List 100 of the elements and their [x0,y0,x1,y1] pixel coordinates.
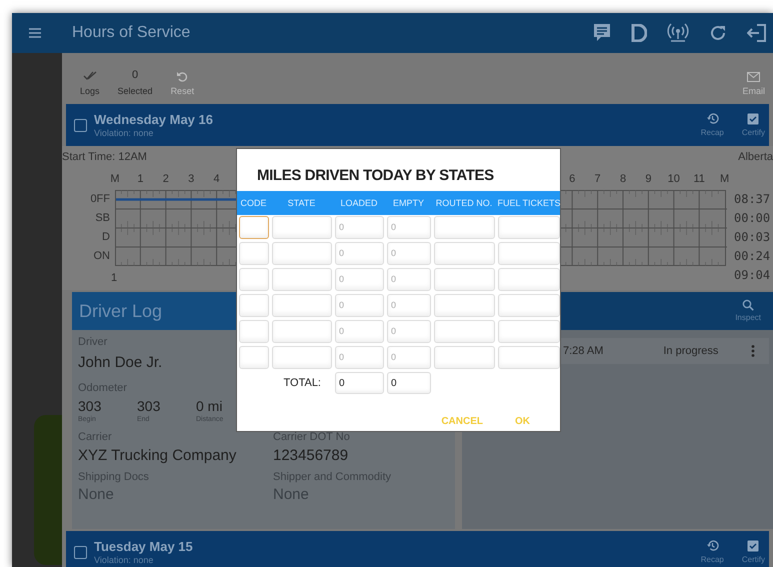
empty-field[interactable]: 0 [387,268,431,291]
routed-number-field[interactable] [434,216,495,239]
history-icon [706,538,719,552]
message-icon[interactable] [593,23,611,43]
routed-number-field[interactable] [434,346,495,369]
card-title: Driver Log [79,300,162,323]
day-title: Wednesday May 16 [94,112,213,128]
recap-button[interactable]: Recap [700,112,724,138]
state-field[interactable] [272,320,332,343]
total-label: TOTAL: [282,376,322,391]
code-field[interactable] [239,320,269,343]
column-header: LOADED [339,198,378,208]
loaded-field[interactable]: 0 [335,346,384,369]
hour-label: 3 [188,172,194,187]
hour-label: 2 [162,172,169,187]
hour-label: 10 [668,172,680,187]
code-field[interactable] [239,216,269,239]
odometer-value: 303 [137,398,162,414]
inspection-time: 7:28 AM [563,344,604,359]
cancel-button[interactable]: CANCEL [437,412,487,431]
routed-number-field[interactable] [434,320,495,343]
empty-field[interactable]: 0 [387,242,431,265]
routed-number-field[interactable] [434,268,495,291]
recap-button[interactable]: Recap [700,538,724,566]
code-field[interactable] [239,268,269,291]
logout-icon[interactable] [747,23,767,43]
fuel-tickets-field[interactable] [498,268,560,291]
duty-total: 00:03 [734,229,770,246]
certify-button[interactable]: Certify [742,112,765,138]
inspection-status: In progress [663,344,718,359]
total-loaded-field[interactable]: 0 [335,372,384,394]
routed-number-field[interactable] [434,242,495,265]
ok-button[interactable]: OK [511,412,534,431]
clipboard-check-icon [747,538,760,552]
hour-label: M [110,172,120,187]
state-field[interactable] [272,294,332,317]
day-checkbox[interactable] [74,118,87,132]
status-label: SB [95,211,110,226]
undo-icon [176,70,188,82]
routed-number-field[interactable] [434,294,495,317]
loaded-field[interactable]: 0 [335,216,384,239]
hour-label: 1 [137,172,144,187]
empty-field[interactable]: 0 [387,346,431,369]
violation-text: Violation: none [94,128,154,138]
graph-footer: 1 [111,270,118,286]
status-label: 0FF [90,192,110,207]
state-field[interactable] [272,268,332,291]
more-icon[interactable] [751,345,755,357]
column-header: ROUTED NO. [434,198,494,208]
duty-total: 00:00 [734,210,770,227]
fuel-tickets-field[interactable] [498,320,560,343]
clipboard-check-icon [747,112,760,124]
column-header: STATE [286,198,316,208]
column-header: FUEL TICKETS [496,198,562,208]
code-field[interactable] [239,294,269,317]
fuel-tickets-field[interactable] [498,216,560,239]
icon-button[interactable]: Logs [80,70,100,98]
certify-button[interactable]: Certify [742,538,765,566]
hour-label: 9 [645,172,652,187]
state-field[interactable] [272,216,332,239]
history-icon [706,112,719,124]
fuel-tickets-field[interactable] [498,294,560,317]
state-field[interactable] [272,242,332,265]
menu-icon[interactable] [29,28,41,38]
hour-label: M [720,172,730,187]
hour-label: 11 [693,172,705,187]
driving-status-icon[interactable] [631,24,647,42]
hour-label: 4 [214,172,220,187]
dialog-title: MILES DRIVEN TODAY BY STATES [257,166,495,186]
duty-total: 09:04 [734,267,770,284]
hour-label: 7 [594,172,601,187]
hour-label: 6 [569,172,576,187]
status-label: ON [94,249,110,264]
empty-field[interactable]: 0 [387,294,431,317]
loaded-field[interactable]: 0 [335,294,384,317]
empty-field[interactable]: 0 [387,320,431,343]
timezone: Alberta [738,150,773,165]
inspect-button[interactable]: Inspect [735,298,761,324]
code-field[interactable] [239,346,269,369]
count-button[interactable]: 0 Selected [118,67,153,98]
status-label: D [102,230,110,245]
loaded-field[interactable]: 0 [335,320,384,343]
duty-total: 08:37 [734,191,770,208]
field-value: 123456789 [273,446,350,466]
code-field[interactable] [239,242,269,265]
double-check-icon [82,70,97,80]
fuel-tickets-field[interactable] [498,346,560,369]
day-checkbox[interactable] [74,546,87,558]
column-header: EMPTY [392,198,425,208]
state-field[interactable] [272,346,332,369]
fuel-tickets-field[interactable] [498,242,560,265]
field-value: XYZ Trucking Company [78,446,238,466]
loaded-field[interactable]: 0 [335,268,384,291]
signal-icon[interactable] [667,23,689,43]
empty-field[interactable]: 0 [387,216,431,239]
refresh-icon[interactable] [709,24,727,42]
loaded-field[interactable]: 0 [335,242,384,265]
day-title: Tuesday May 15 [94,538,193,554]
app-title: Hours of Service [72,23,190,43]
total-empty-field[interactable]: 0 [387,372,431,394]
